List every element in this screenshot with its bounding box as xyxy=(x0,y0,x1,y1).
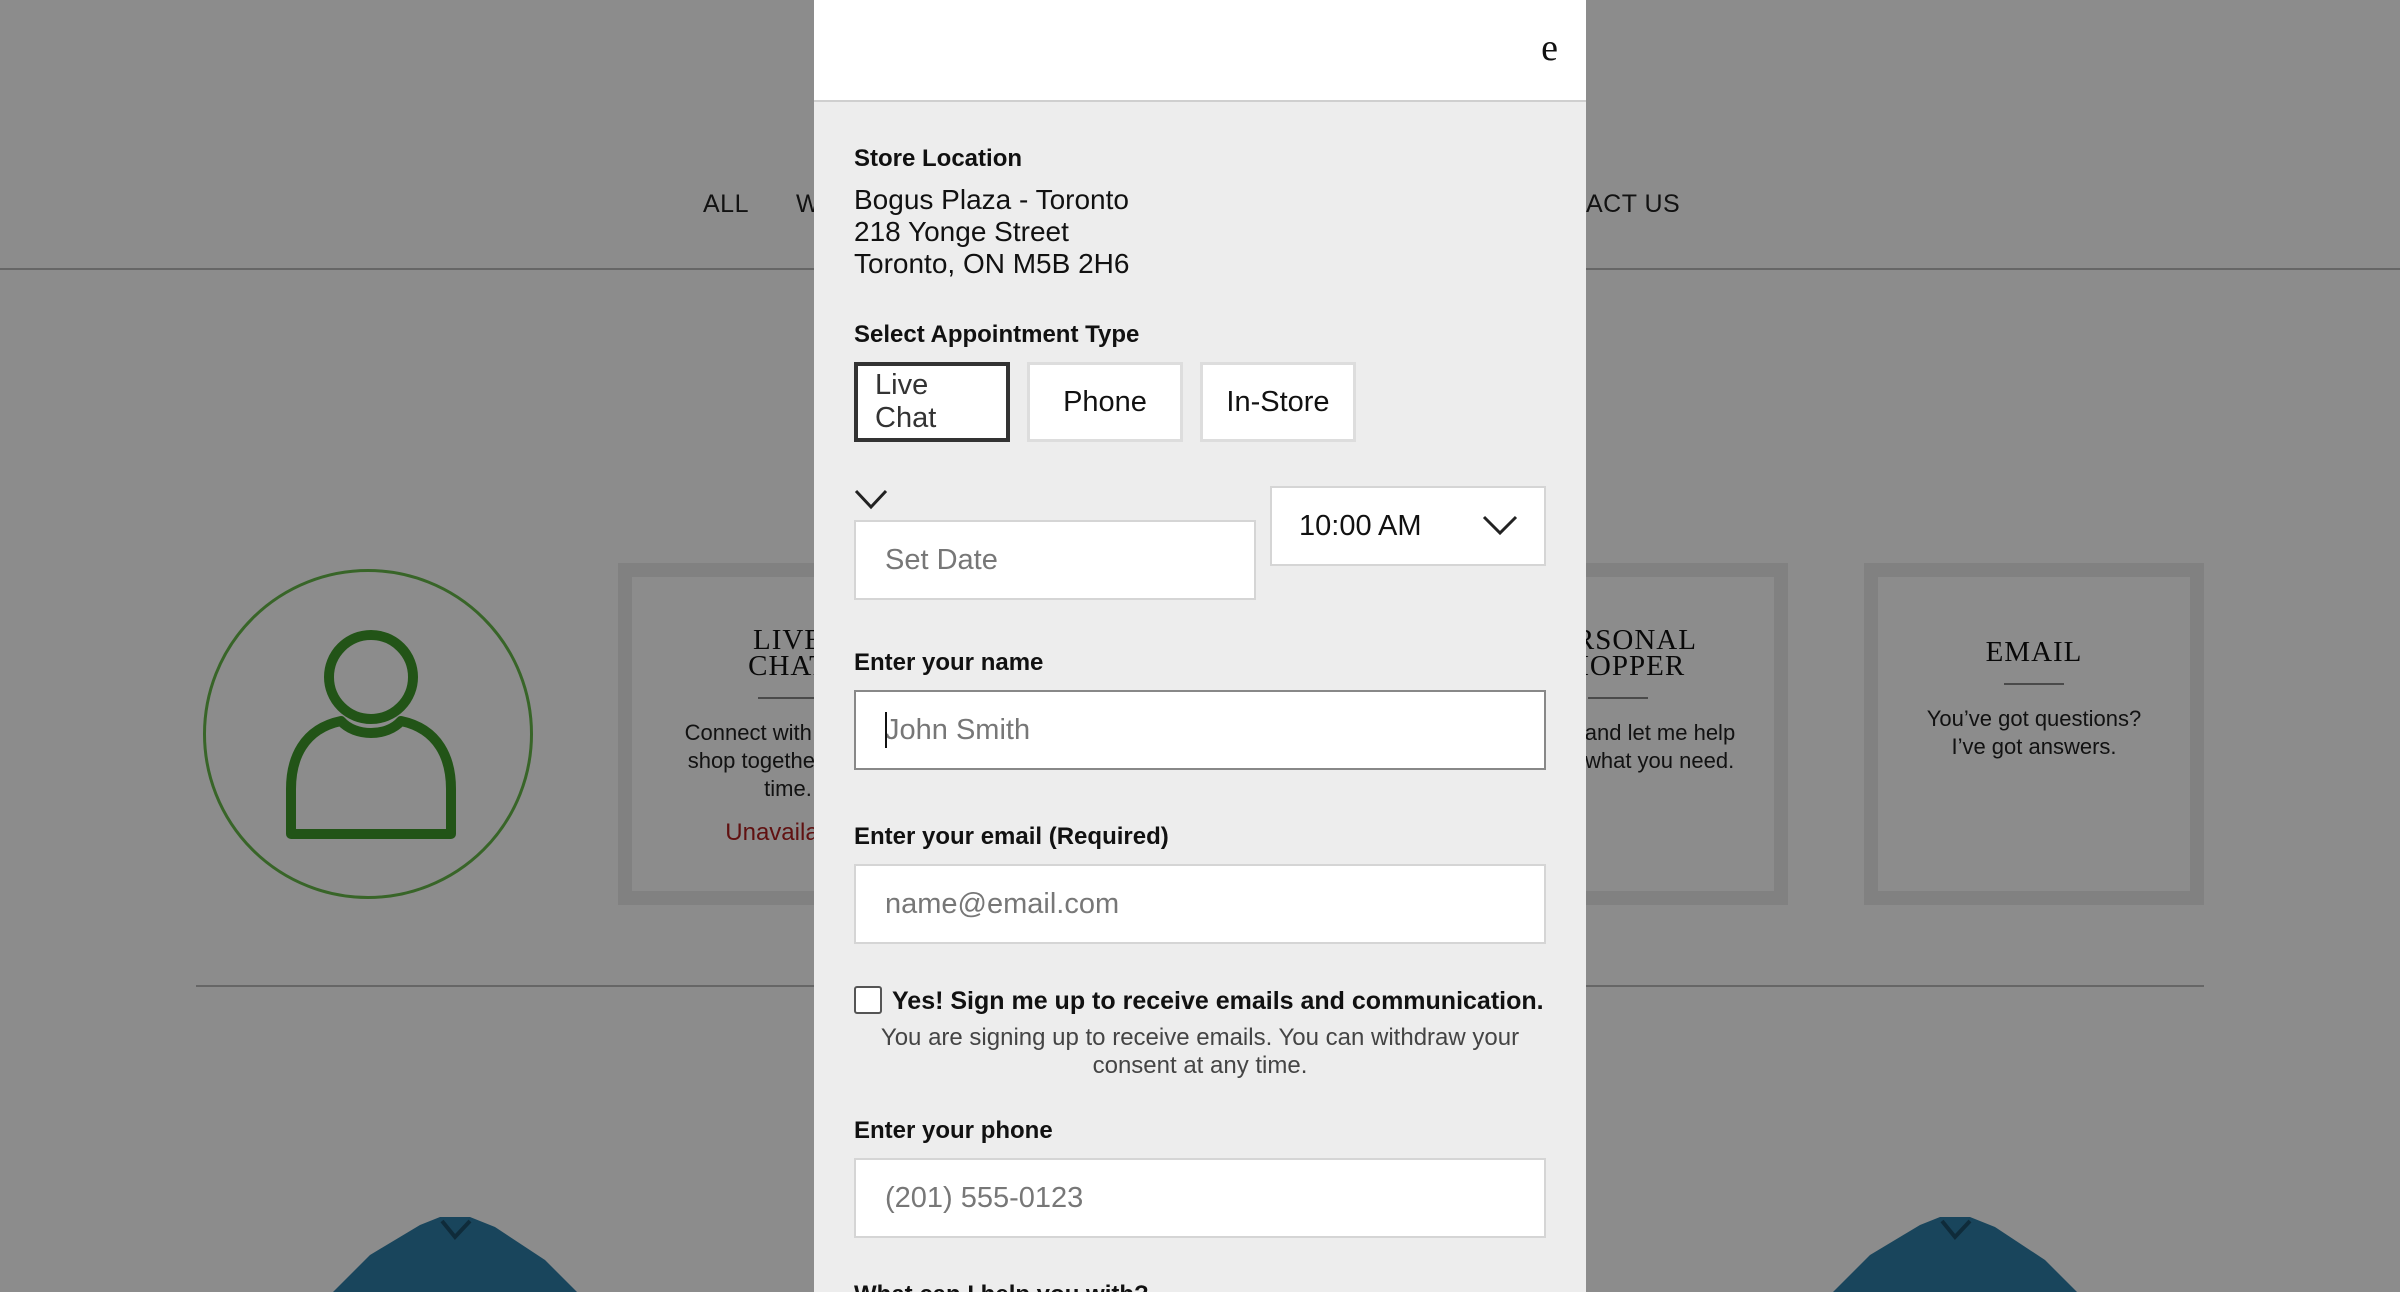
name-label: Enter your name xyxy=(854,649,1044,676)
live-chat-button[interactable]: Live Chat xyxy=(854,362,1010,442)
chevron-down-icon[interactable] xyxy=(854,488,888,510)
help-label: What can I help you with? xyxy=(854,1280,1546,1292)
appointment-type-label: Select Appointment Type xyxy=(854,321,1140,348)
appointment-type-group: Live Chat Phone In-Store xyxy=(854,362,1546,442)
email-field[interactable]: name@email.com xyxy=(854,864,1546,944)
signup-label[interactable]: Yes! Sign me up to receive emails and co… xyxy=(892,984,1544,1018)
store-address: Bogus Plaza - Toronto 218 Yonge Street T… xyxy=(854,184,1546,280)
in-store-button[interactable]: In-Store xyxy=(1200,362,1356,442)
address-line: Toronto, ON M5B 2H6 xyxy=(854,248,1130,279)
close-icon[interactable]: e xyxy=(1541,28,1558,68)
phone-field[interactable]: (201) 555-0123 xyxy=(854,1158,1546,1238)
date-input[interactable]: Set Date xyxy=(854,520,1256,600)
signup-checkbox[interactable] xyxy=(854,986,882,1014)
consent-text: You are signing up to receive emails. Yo… xyxy=(880,1024,1520,1079)
phone-button[interactable]: Phone xyxy=(1027,362,1183,442)
modal-body: Store Location Bogus Plaza - Toronto 218… xyxy=(814,102,1586,1292)
time-select[interactable]: 10:00 AM xyxy=(1270,486,1546,566)
time-value: 10:00 AM xyxy=(1299,510,1422,542)
name-placeholder: John Smith xyxy=(885,714,1031,746)
store-location-label: Store Location xyxy=(854,145,1023,172)
text-caret xyxy=(885,712,887,748)
name-input[interactable]: John Smith xyxy=(854,690,1546,770)
chevron-down-icon xyxy=(1482,515,1518,536)
address-line: Bogus Plaza - Toronto xyxy=(854,184,1129,215)
appointment-modal: e Store Location Bogus Plaza - Toronto 2… xyxy=(814,0,1586,1292)
date-time-row: Set Date 10:00 AM xyxy=(854,486,1546,648)
modal-header: e xyxy=(814,0,1586,102)
phone-label: Enter your phone xyxy=(854,1117,1053,1144)
signup-row: Yes! Sign me up to receive emails and co… xyxy=(854,984,1546,1018)
email-label: Enter your email (Required) xyxy=(854,823,1169,850)
address-line: 218 Yonge Street xyxy=(854,216,1069,247)
